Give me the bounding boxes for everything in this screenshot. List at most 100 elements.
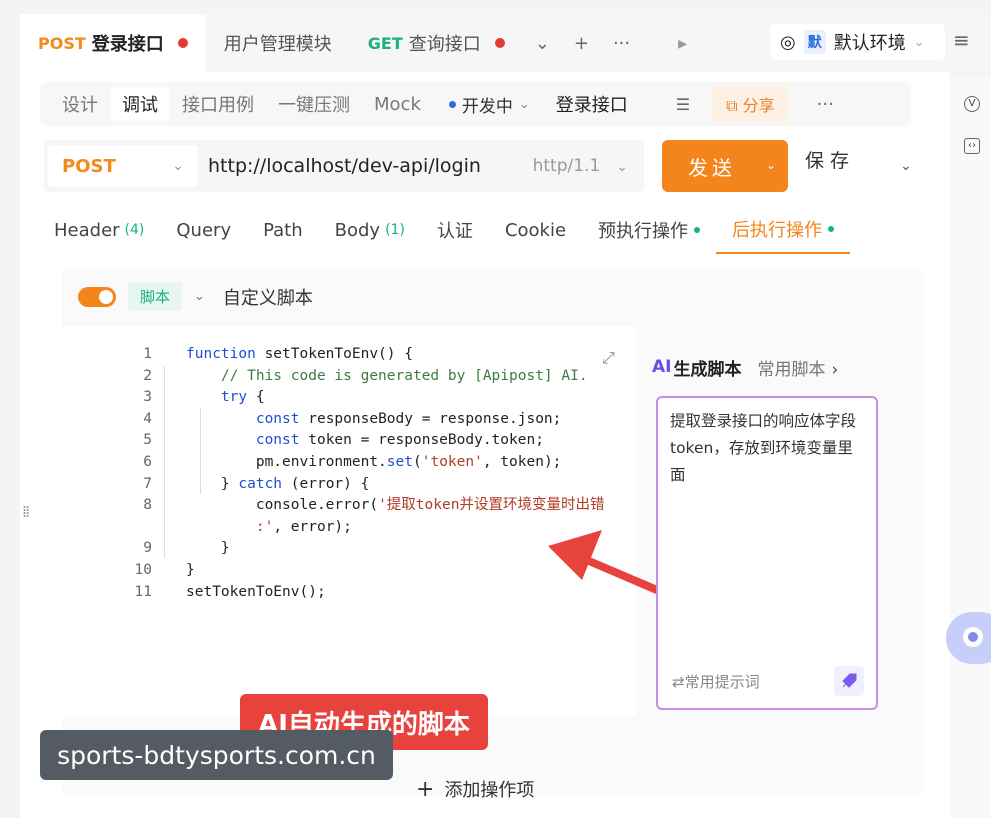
share-icon: ⧉ [726,96,743,115]
tab-label: Body [334,219,381,241]
line-number: 10 [134,561,152,578]
add-operation-button[interactable]: + 添加操作项 [416,776,534,802]
code-text: (error) { [282,475,370,492]
line-number: 3 [143,389,152,406]
code-text: ( [413,453,422,470]
code-icon[interactable]: ‹› [964,138,980,154]
code-keyword: try [220,389,248,406]
floating-assistant-button[interactable] [946,612,991,664]
status-selector[interactable]: 开发中 ⌄ [448,92,530,117]
tab-label: Query [176,219,232,241]
line-number: 4 [143,410,152,427]
code-line: 9 } [120,538,604,560]
environment-selector[interactable]: ◎ 默 默认环境 ⌄ [770,24,945,60]
prompt-hints-button[interactable]: ⇄常用提示词 [672,669,760,696]
plus-icon: + [416,776,435,802]
send-button[interactable]: 发送 ⌄ [662,140,788,192]
share-button[interactable]: ⧉ 分享 [712,87,789,121]
card-title: 自定义脚本 [222,287,313,309]
code-text: setTokenToEnv() { [255,346,413,362]
chevron-down-icon[interactable]: ⌄ [194,289,205,304]
line-number: 1 [143,346,152,362]
request-tabs: Header (4) Query Path Body (1) 认证 Cookie 预… [54,206,851,254]
code-line: 5 const token = responseBody.token; [120,430,604,452]
tab-label: 认证 [436,221,473,242]
tab-label: 后执行操作 [732,220,823,241]
method-select[interactable]: POST ⌄ [48,145,198,187]
subnav-test-cases[interactable]: 接口用例 [170,87,266,121]
tab-query-api[interactable]: GET 查询接口 [350,14,523,72]
chevron-down-icon: ⌄ [518,96,530,112]
more-tabs-icon[interactable]: ··· [601,33,642,54]
tab-post-request[interactable]: 后执行操作 [716,206,851,254]
url-input[interactable]: http://localhost/dev-api/login [208,155,533,177]
line-number: 6 [143,453,152,470]
code-line: 10} [120,560,604,582]
script-type-tag[interactable]: 脚本 [128,282,183,311]
ai-prompt-input[interactable]: 提取登录接口的响应体字段token，存放到环境变量里面 ⇄常用提示词 [656,396,878,710]
hint-icon: ⇄ [672,673,685,691]
generate-send-button[interactable] [834,666,864,696]
tab-path[interactable]: Path [247,206,319,254]
code-line: 3 try { [120,387,604,409]
more-icon[interactable]: ··· [817,94,834,115]
subnav-load-test[interactable]: 一键压测 [266,87,362,121]
subnav-design[interactable]: 设计 [50,87,110,121]
code-keyword: catch [238,475,283,492]
add-tab-icon[interactable]: + [562,33,601,54]
line-number: 2 [143,367,152,384]
chevron-down-icon[interactable]: ⌄ [766,158,776,172]
prompt-text: 提取登录接口的响应体字段token，存放到环境变量里面 [670,412,857,484]
api-name[interactable]: 登录接口 [556,91,628,117]
subnav-debug[interactable]: 调试 [110,87,170,121]
tab-cookie[interactable]: Cookie [489,206,582,254]
assistant-icon [963,627,983,647]
code-content: 1 function setTokenToEnv() { 2 // This co… [120,344,605,603]
tab-pre-request[interactable]: 预执行操作 [582,206,716,254]
code-text: responseBody = response.json; [299,410,562,427]
code-text: console.error( [255,497,379,514]
code-keyword: const [255,410,300,427]
method-value: POST [62,155,116,177]
code-line: 4 const responseBody = response.json; [120,409,604,431]
tab-common-scripts[interactable]: 常用脚本 › [757,355,838,380]
script-enable-toggle[interactable] [78,286,116,307]
code-string: 'token' [421,453,483,470]
protocol-select[interactable]: http/1.1 ⌄ [533,156,628,176]
tabs-dropdown-icon[interactable]: ⌄ [523,33,562,54]
tab-label: 常用脚本 [757,359,826,380]
save-button[interactable]: 保存 [805,146,855,173]
code-line: 6 pm.environment.set('token', token); [120,452,604,474]
chevron-down-icon: ⌄ [172,158,184,174]
url-bar: POST ⌄ http://localhost/dev-api/login ht… [44,140,644,192]
tab-label: Path [263,219,303,241]
hamburger-menu-icon[interactable]: ≡ [953,28,970,52]
version-icon[interactable]: V [964,96,980,112]
status-dot [694,227,701,233]
scroll-tabs-icon[interactable]: ▸ [666,33,699,54]
code-comment: // This code is generated by [Apipost] A… [220,367,588,384]
tab-header[interactable]: Header (4) [54,206,160,254]
tab-query[interactable]: Query [160,206,247,254]
tab-generate-script[interactable]: AI 生成脚本 [652,355,741,380]
code-editor[interactable]: ⁞⁞ 1 function setTokenToEnv() { 2 // This… [22,326,636,750]
edit-lines-icon[interactable]: ☰ [676,95,690,114]
line-number: 8 [143,497,152,514]
tab-label: 登录接口 [91,34,164,55]
expand-icon[interactable]: ⤢ [602,348,615,368]
tab-label: 预执行操作 [598,221,689,242]
code-text: } [186,561,195,578]
add-operation-label: 添加操作项 [444,780,535,801]
subnav-mock[interactable]: Mock [362,87,433,121]
drag-handle-icon[interactable]: ⁞⁞ [22,502,30,521]
tab-body[interactable]: Body (1) [319,206,421,254]
chevron-down-icon[interactable]: ⌄ [900,158,912,174]
tab-user-module[interactable]: 用户管理模块 [206,14,350,72]
tab-auth[interactable]: 认证 [421,206,489,254]
code-keyword: function [186,346,256,362]
right-sidebar: V ‹› [950,76,991,818]
unsaved-dot [494,38,505,48]
tab-login-api[interactable]: POST 登录接口 [20,14,206,72]
code-text: } [220,475,239,492]
code-text: pm.environment. [255,453,387,470]
